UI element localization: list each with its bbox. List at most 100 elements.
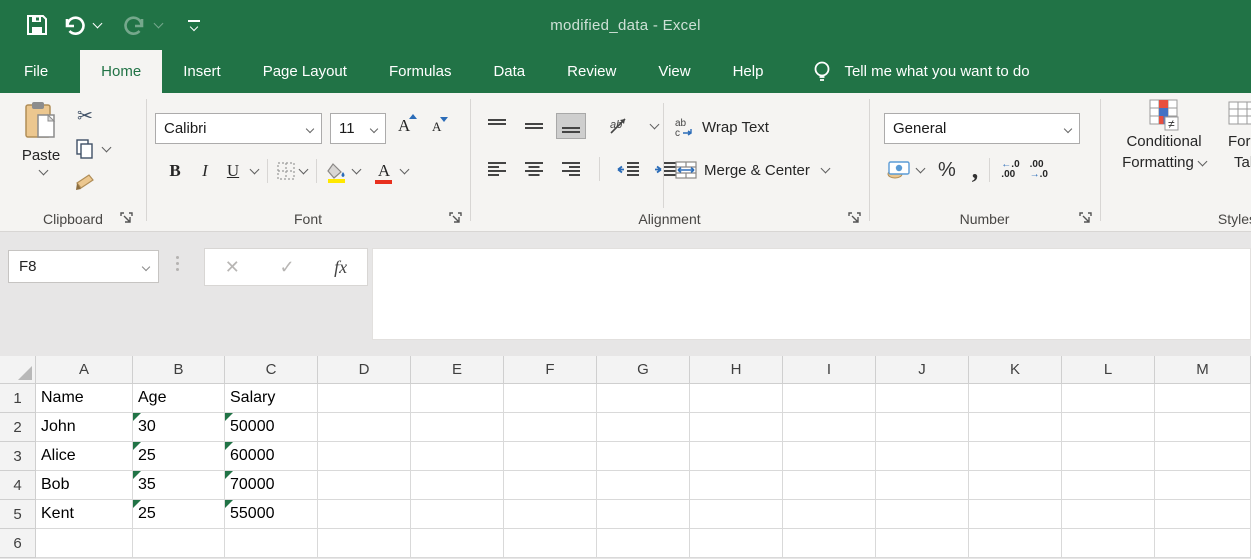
cell-B1[interactable]: Age: [133, 384, 225, 413]
cell-K1[interactable]: [969, 384, 1062, 413]
cell-B4[interactable]: 35: [133, 471, 225, 500]
comma-style-button[interactable]: ,: [972, 165, 979, 175]
cell-C5[interactable]: 55000: [225, 500, 318, 529]
fill-color-dropdown-icon[interactable]: [352, 165, 362, 175]
column-header-F[interactable]: F: [504, 356, 597, 384]
cell-C4[interactable]: 70000: [225, 471, 318, 500]
underline-dropdown-icon[interactable]: [250, 165, 260, 175]
cell-I3[interactable]: [783, 442, 876, 471]
cell-D4[interactable]: [318, 471, 411, 500]
increase-decimal-button[interactable]: ←.0.00: [1001, 160, 1019, 180]
column-header-L[interactable]: L: [1062, 356, 1155, 384]
cell-H3[interactable]: [690, 442, 783, 471]
cell-L6[interactable]: [1062, 529, 1155, 558]
tab-help[interactable]: Help: [712, 50, 785, 93]
row-header-4[interactable]: 4: [0, 471, 36, 500]
row-header-5[interactable]: 5: [0, 500, 36, 529]
font-color-dropdown-icon[interactable]: [400, 165, 410, 175]
tab-home[interactable]: Home: [80, 50, 162, 93]
column-header-B[interactable]: B: [133, 356, 225, 384]
orientation-icon[interactable]: ab: [601, 113, 639, 139]
cell-I4[interactable]: [783, 471, 876, 500]
borders-dropdown-icon[interactable]: [299, 165, 309, 175]
tab-data[interactable]: Data: [472, 50, 546, 93]
clipboard-dialog-launcher-icon[interactable]: [120, 212, 134, 226]
cell-F3[interactable]: [504, 442, 597, 471]
column-header-D[interactable]: D: [318, 356, 411, 384]
cell-H6[interactable]: [690, 529, 783, 558]
cell-E6[interactable]: [411, 529, 504, 558]
tab-view[interactable]: View: [637, 50, 711, 93]
paste-button[interactable]: Paste: [14, 101, 68, 209]
cell-G3[interactable]: [597, 442, 690, 471]
alignment-dialog-launcher-icon[interactable]: [848, 212, 862, 226]
column-header-I[interactable]: I: [783, 356, 876, 384]
cell-C3[interactable]: 60000: [225, 442, 318, 471]
cell-M2[interactable]: [1155, 413, 1251, 442]
cell-G1[interactable]: [597, 384, 690, 413]
formula-bar-input[interactable]: [372, 248, 1251, 340]
column-header-J[interactable]: J: [876, 356, 969, 384]
cell-M1[interactable]: [1155, 384, 1251, 413]
percent-style-button[interactable]: %: [938, 159, 956, 182]
italic-button[interactable]: I: [190, 161, 220, 181]
decrease-indent-icon[interactable]: [613, 156, 643, 182]
row-header-3[interactable]: 3: [0, 442, 36, 471]
formula-bar-resize-handle[interactable]: [176, 256, 179, 271]
tell-me-box[interactable]: Tell me what you want to do: [812, 50, 1029, 93]
fill-color-icon[interactable]: [326, 159, 348, 183]
column-header-K[interactable]: K: [969, 356, 1062, 384]
cell-C2[interactable]: 50000: [225, 413, 318, 442]
cell-I6[interactable]: [783, 529, 876, 558]
cell-F6[interactable]: [504, 529, 597, 558]
cell-A6[interactable]: [36, 529, 133, 558]
cell-A3[interactable]: Alice: [36, 442, 133, 471]
row-header-2[interactable]: 2: [0, 413, 36, 442]
cell-I2[interactable]: [783, 413, 876, 442]
cell-A5[interactable]: Kent: [36, 500, 133, 529]
column-header-E[interactable]: E: [411, 356, 504, 384]
cell-F1[interactable]: [504, 384, 597, 413]
tab-file[interactable]: File: [0, 50, 72, 93]
font-size-combobox[interactable]: 11: [330, 113, 386, 144]
cell-A2[interactable]: John: [36, 413, 133, 442]
cell-C6[interactable]: [225, 529, 318, 558]
cell-L2[interactable]: [1062, 413, 1155, 442]
borders-icon[interactable]: [277, 162, 295, 180]
cell-G5[interactable]: [597, 500, 690, 529]
bold-button[interactable]: B: [160, 161, 190, 181]
column-header-A[interactable]: A: [36, 356, 133, 384]
cell-L4[interactable]: [1062, 471, 1155, 500]
increase-font-size-button[interactable]: A: [398, 116, 410, 136]
cell-H2[interactable]: [690, 413, 783, 442]
cell-E3[interactable]: [411, 442, 504, 471]
accounting-format-icon[interactable]: [886, 160, 912, 180]
cell-I5[interactable]: [783, 500, 876, 529]
cell-D1[interactable]: [318, 384, 411, 413]
number-dialog-launcher-icon[interactable]: [1079, 212, 1093, 226]
underline-button[interactable]: U: [220, 161, 246, 181]
font-dialog-launcher-icon[interactable]: [449, 212, 463, 226]
cell-J6[interactable]: [876, 529, 969, 558]
cell-E4[interactable]: [411, 471, 504, 500]
cell-C1[interactable]: Salary: [225, 384, 318, 413]
cell-B6[interactable]: [133, 529, 225, 558]
save-icon[interactable]: [26, 14, 48, 36]
cell-D6[interactable]: [318, 529, 411, 558]
cell-J4[interactable]: [876, 471, 969, 500]
cell-K3[interactable]: [969, 442, 1062, 471]
conditional-formatting-button[interactable]: ≠ Conditional Formatting: [1110, 99, 1218, 173]
cell-I1[interactable]: [783, 384, 876, 413]
column-header-M[interactable]: M: [1155, 356, 1251, 384]
wrap-text-button[interactable]: abc Wrap Text: [675, 117, 769, 137]
cell-K2[interactable]: [969, 413, 1062, 442]
cell-A1[interactable]: Name: [36, 384, 133, 413]
cell-J5[interactable]: [876, 500, 969, 529]
number-format-combobox[interactable]: General: [884, 113, 1080, 144]
cell-J2[interactable]: [876, 413, 969, 442]
cell-L3[interactable]: [1062, 442, 1155, 471]
orientation-dropdown-icon[interactable]: [650, 120, 660, 130]
cell-M5[interactable]: [1155, 500, 1251, 529]
cell-D2[interactable]: [318, 413, 411, 442]
merge-center-button[interactable]: Merge & Center: [675, 161, 829, 179]
